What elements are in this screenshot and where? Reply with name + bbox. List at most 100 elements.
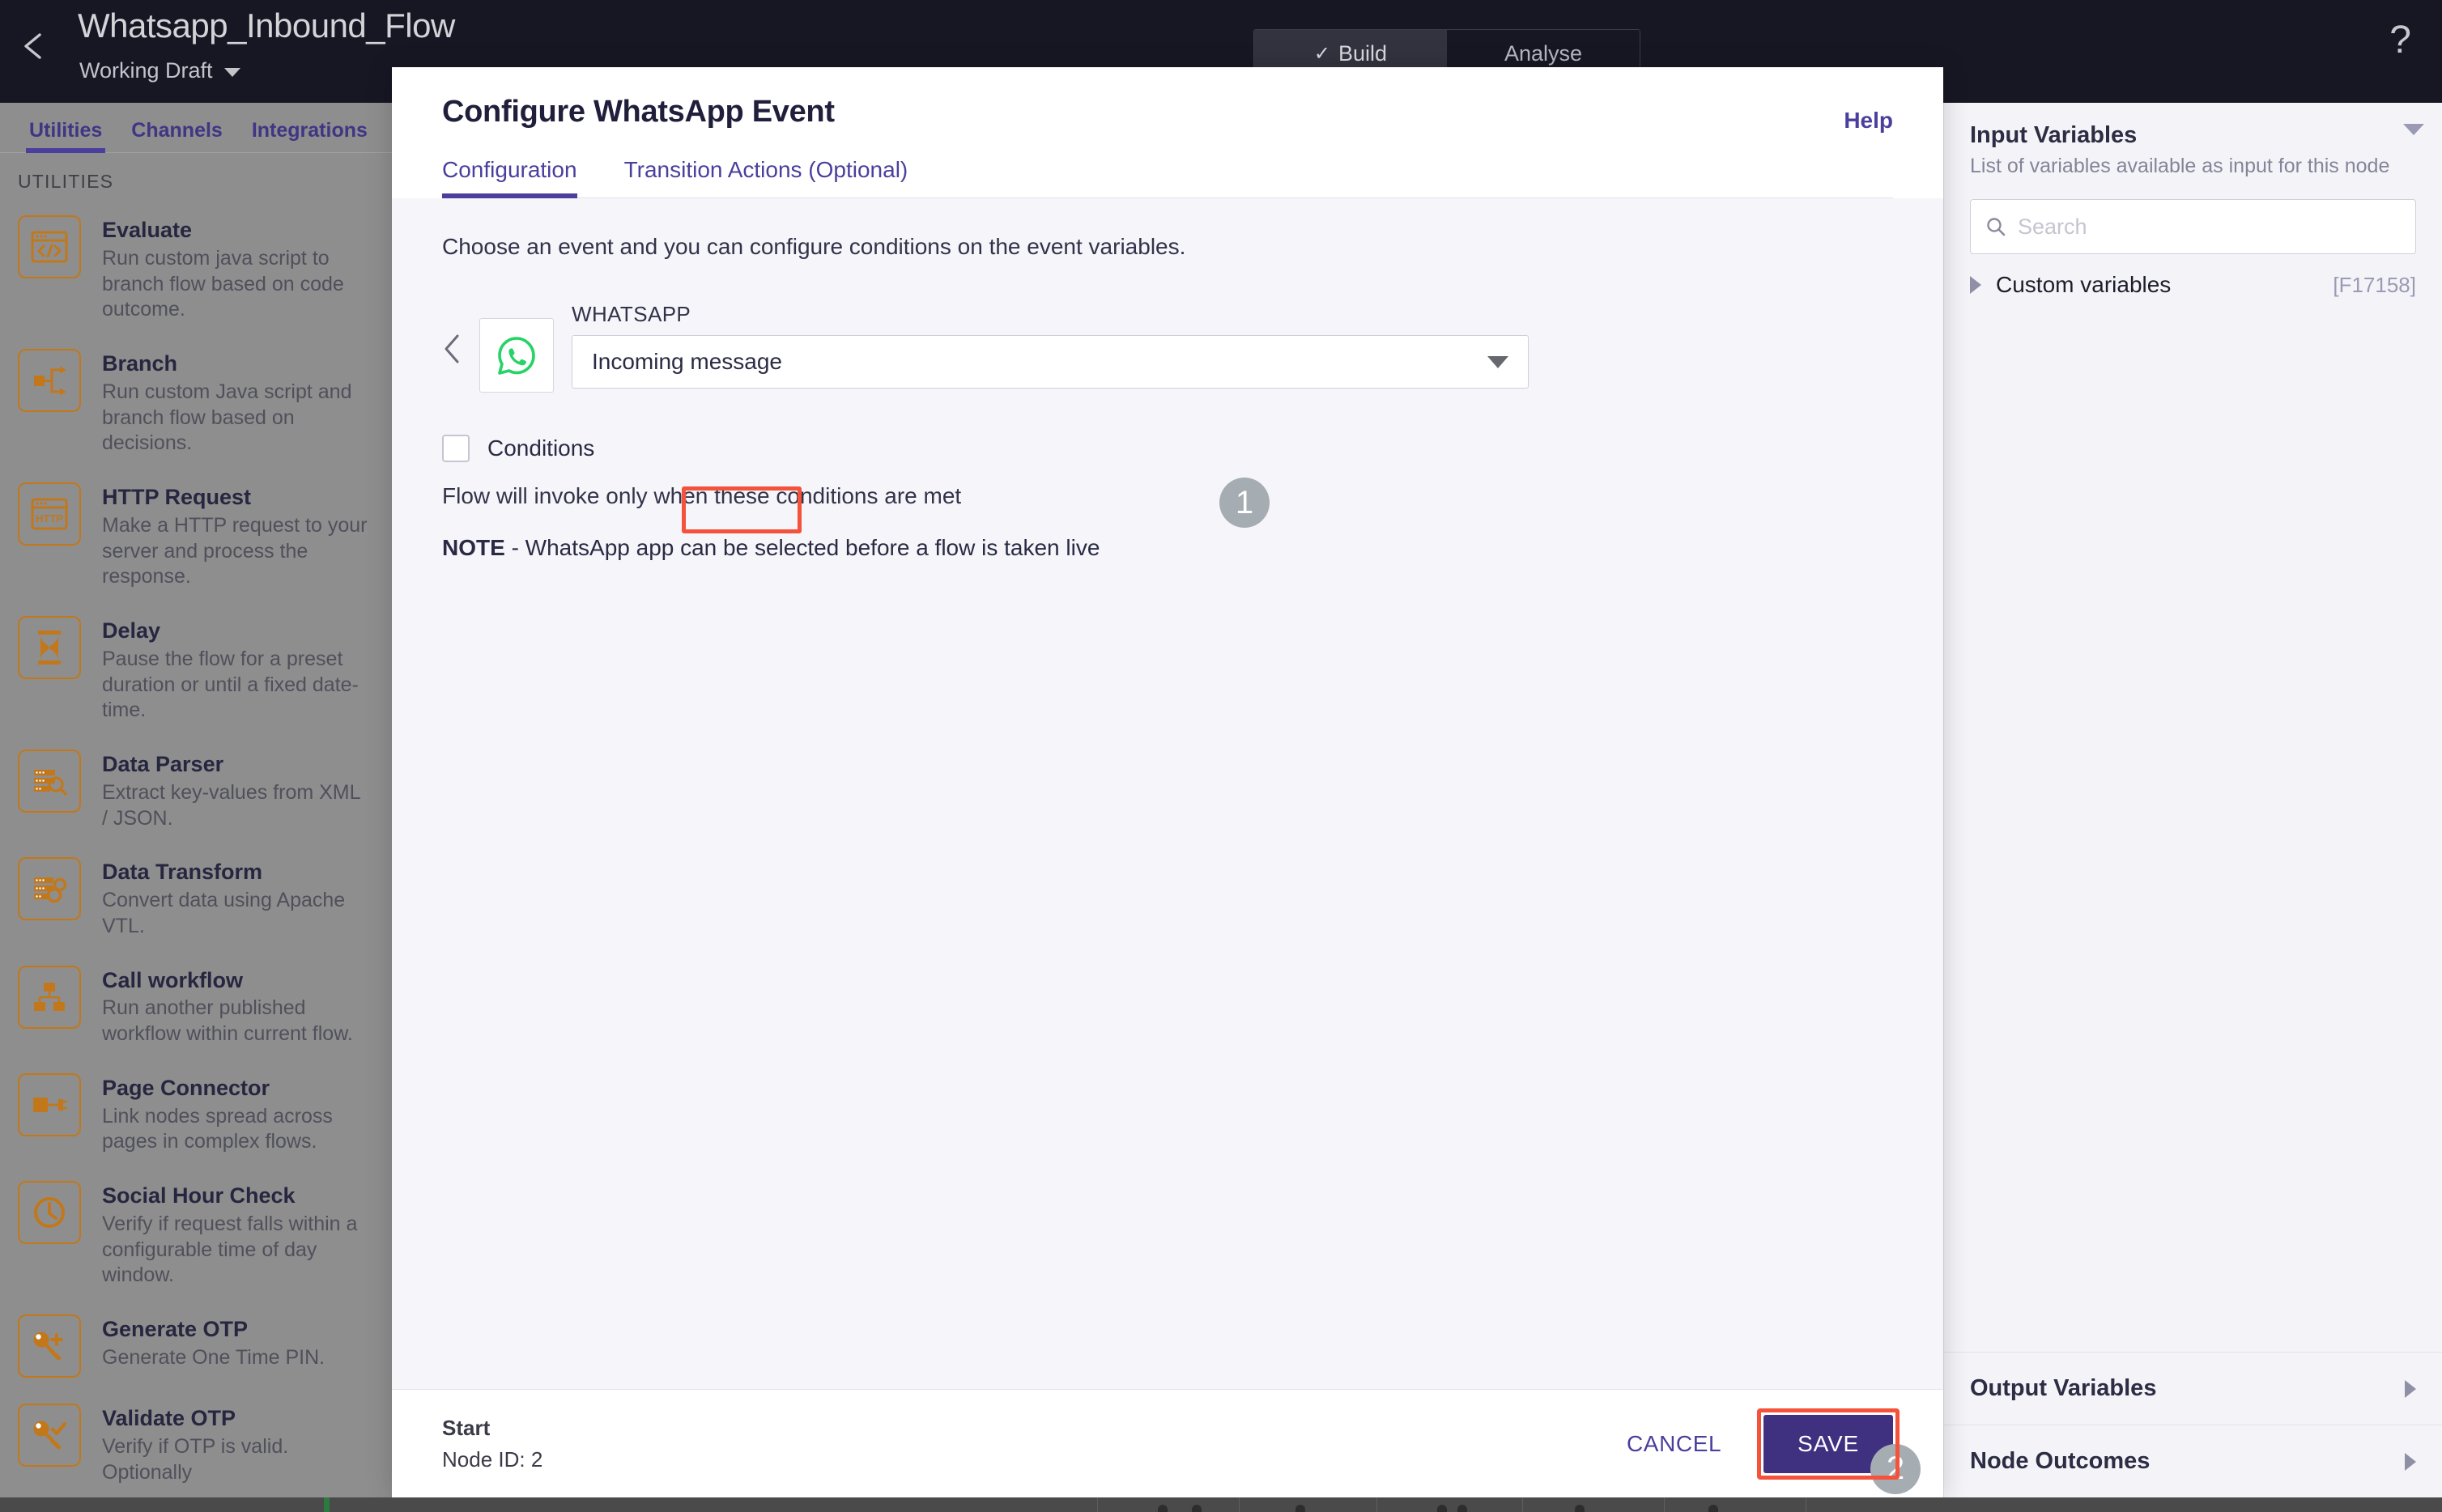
section-output-variables[interactable]: Output Variables: [1944, 1352, 2442, 1425]
tab-analyse-label: Analyse: [1504, 40, 1583, 66]
input-variables-header: Input Variables List of variables availa…: [1944, 103, 2442, 178]
app-root: Whatsapp_Inbound_Flow Working Draft ✓ Bu…: [0, 0, 2442, 1512]
note-body: - WhatsApp app can be selected before a …: [511, 535, 1100, 560]
palette-item-text: Call workflow Run another published work…: [102, 966, 371, 1047]
sidebar-tab-utilities[interactable]: Utilities: [15, 119, 117, 153]
palette-item-data-parser[interactable]: Data Parser Extract key-values from XML …: [0, 737, 392, 844]
annotation-badge-2: 2: [1870, 1443, 1921, 1494]
tab-build-label: Build: [1338, 40, 1388, 66]
palette-item-text: Delay Pause the flow for a preset durati…: [102, 616, 371, 724]
section-label: Output Variables: [1970, 1375, 2157, 1401]
os-taskbar: [0, 1497, 2442, 1512]
modal-body: Choose an event and you can configure co…: [392, 198, 1943, 1389]
node-meta: Start Node ID: 2: [442, 1412, 542, 1476]
event-back-button[interactable]: [442, 302, 474, 369]
conditions-help-text: Flow will invoke only when these conditi…: [442, 483, 962, 508]
event-select-value: Incoming message: [592, 349, 783, 374]
sidebar-tab-label: Integrations: [251, 119, 368, 142]
chevron-down-icon: [1487, 355, 1508, 368]
palette-item-data-transform[interactable]: Data Transform Convert data using Apache…: [0, 844, 392, 952]
conditions-label: Conditions: [487, 435, 595, 461]
palette-item-delay[interactable]: Delay Pause the flow for a preset durati…: [0, 603, 392, 737]
event-app-caption: WHATSAPP: [572, 302, 691, 326]
footer-actions: CANCEL SAVE 2: [1627, 1408, 1921, 1494]
custom-variables-row[interactable]: Custom variables [F17158]: [1944, 254, 2442, 316]
help-icon[interactable]: ?: [2389, 21, 2411, 60]
palette-item-text: Page Connector Link nodes spread across …: [102, 1073, 371, 1155]
caret-down-icon[interactable]: [2403, 124, 2424, 135]
palette-item-title: Delay: [102, 618, 161, 643]
modal-header: Configure WhatsApp Event Help Configurat…: [392, 67, 1943, 198]
sitemap-icon: [18, 965, 81, 1029]
event-fields: WHATSAPP Incoming message: [572, 302, 1893, 389]
palette-item-http-request[interactable]: HTTP HTTP Request Make a HTTP request to…: [0, 469, 392, 603]
check-icon: ✓: [1313, 42, 1331, 65]
palette-item-validate-otp[interactable]: Validate OTP Verify if OTP is valid. Opt…: [0, 1391, 392, 1497]
key-check-icon: [18, 1404, 81, 1467]
whatsapp-app-icon-tile[interactable]: [479, 318, 554, 393]
palette-item-social-hour-check[interactable]: Social Hour Check Verify if request fall…: [0, 1168, 392, 1302]
back-button[interactable]: [18, 29, 52, 63]
palette-item-text: Data Transform Convert data using Apache…: [102, 857, 371, 939]
working-draft-label: Working Draft: [79, 58, 213, 83]
input-variables-subtitle: List of variables available as input for…: [1970, 155, 2390, 177]
tab-label: Transition Actions (Optional): [623, 157, 908, 182]
caret-right-icon: [2405, 1379, 2416, 1398]
taskbar-indicator: [324, 1497, 330, 1512]
code-window-icon: [18, 215, 81, 278]
palette-item-desc: Run custom java script to branch flow ba…: [102, 246, 344, 321]
event-select[interactable]: Incoming message: [572, 335, 1529, 389]
sidebar-tab-channels[interactable]: Channels: [117, 119, 237, 152]
save-button-wrapper: SAVE 2: [1757, 1408, 1921, 1494]
node-palette-list: Evaluate Run custom java script to branc…: [0, 202, 392, 1497]
configure-event-modal: Configure WhatsApp Event Help Configurat…: [392, 67, 1943, 1497]
section-label: Node Outcomes: [1970, 1448, 2151, 1474]
palette-item-generate-otp[interactable]: Generate OTP Generate One Time PIN.: [0, 1302, 392, 1391]
palette-item-desc: Pause the flow for a preset duration or …: [102, 647, 359, 722]
palette-item-text: Evaluate Run custom java script to branc…: [102, 215, 371, 323]
palette-item-desc: Link nodes spread across pages in comple…: [102, 1104, 333, 1153]
key-plus-icon: [18, 1315, 81, 1378]
help-link[interactable]: Help: [1844, 108, 1893, 134]
palette-item-branch[interactable]: Branch Run custom Java script and branch…: [0, 336, 392, 469]
body-intro-text: Choose an event and you can configure co…: [442, 234, 1186, 259]
palette-item-title: Branch: [102, 351, 178, 376]
palette-item-title: Generate OTP: [102, 1317, 249, 1341]
sidebar-tab-label: Channels: [131, 119, 223, 142]
sidebar-tab-integrations[interactable]: Integrations: [237, 119, 382, 152]
search-input[interactable]: [2018, 214, 2401, 240]
palette-item-page-connector[interactable]: Page Connector Link nodes spread across …: [0, 1060, 392, 1168]
palette-item-text: Validate OTP Verify if OTP is valid. Opt…: [102, 1404, 371, 1485]
svg-text:HTTP: HTTP: [36, 512, 63, 525]
sidebar-section-label: UTILITIES: [18, 171, 114, 192]
palette-item-call-workflow[interactable]: Call workflow Run another published work…: [0, 953, 392, 1060]
hourglass-icon: [18, 616, 81, 679]
conditions-row: Conditions: [442, 435, 1893, 462]
conditions-checkbox[interactable]: [442, 435, 470, 462]
node-name: Start: [442, 1415, 491, 1440]
palette-item-desc: Generate One Time PIN.: [102, 1345, 325, 1369]
palette-item-evaluate[interactable]: Evaluate Run custom java script to branc…: [0, 202, 392, 336]
cancel-button[interactable]: CANCEL: [1627, 1431, 1721, 1457]
palette-item-desc: Run custom Java script and branch flow b…: [102, 380, 352, 455]
variables-search[interactable]: [1970, 199, 2416, 254]
tab-configuration[interactable]: Configuration: [442, 157, 595, 198]
node-id: Node ID: 2: [442, 1446, 543, 1472]
note-text: NOTE - WhatsApp app can be selected befo…: [442, 535, 1893, 561]
chevron-left-icon: [24, 33, 41, 59]
section-node-outcomes[interactable]: Node Outcomes: [1944, 1425, 2442, 1497]
flow-title: Whatsapp_Inbound_Flow: [78, 6, 455, 45]
palette-item-title: Social Hour Check: [102, 1183, 296, 1208]
modal-footer: Start Node ID: 2 CANCEL SAVE 2: [392, 1389, 1943, 1497]
palette-item-title: HTTP Request: [102, 485, 252, 509]
palette-item-text: Branch Run custom Java script and branch…: [102, 349, 371, 457]
palette-item-desc: Extract key-values from XML / JSON.: [102, 780, 360, 830]
clock-icon: [18, 1181, 81, 1244]
note-prefix: NOTE: [442, 535, 505, 560]
chevron-down-icon: [223, 68, 240, 77]
tab-transition-actions[interactable]: Transition Actions (Optional): [624, 157, 926, 197]
palette-item-desc: Convert data using Apache VTL.: [102, 889, 346, 937]
right-panel-sections: Output Variables Node Outcomes: [1944, 1352, 2442, 1497]
palette-item-text: Generate OTP Generate One Time PIN.: [102, 1315, 325, 1371]
working-draft-selector[interactable]: Working Draft: [79, 58, 240, 83]
